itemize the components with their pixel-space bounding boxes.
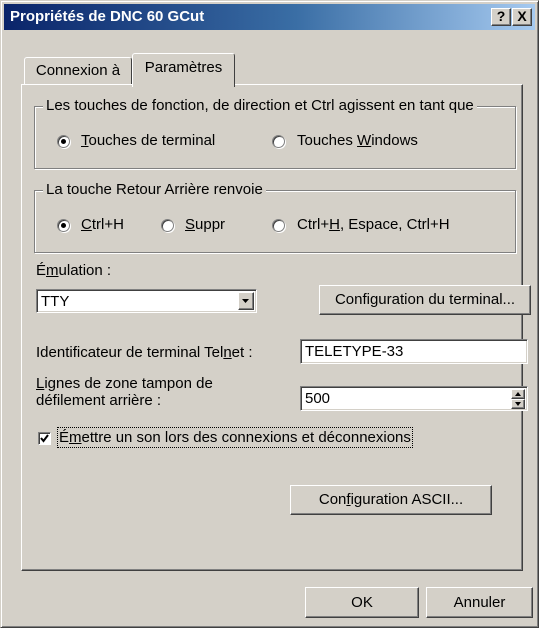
ascii-config-button[interactable]: Configuration ASCII...: [290, 485, 492, 515]
keys-group-legend: Les touches de fonction, de direction et…: [43, 97, 477, 114]
stepper-up-button[interactable]: [511, 389, 525, 399]
arrow-down-icon: [515, 402, 521, 406]
radio-ctrl-h-label[interactable]: Ctrl+H: [81, 216, 124, 233]
radio-selected-dot: [61, 139, 66, 144]
radio-touches-terminal-label[interactable]: Touches de terminal: [81, 132, 215, 149]
emulation-value: TTY: [41, 293, 70, 310]
keys-group: Les touches de fonction, de direction et…: [34, 97, 516, 169]
ok-button[interactable]: OK: [305, 587, 419, 618]
emulation-label: Émulation :: [36, 262, 112, 279]
dropdown-arrow-button[interactable]: [238, 292, 254, 310]
checkmark-icon: [40, 434, 49, 443]
properties-dialog: Propriétés de DNC 60 GCut ? X Connexion …: [0, 0, 539, 628]
stepper-down-button[interactable]: [511, 399, 525, 409]
radio-ctrl-h[interactable]: [57, 219, 70, 232]
backspace-group-legend: La touche Retour Arrière renvoie: [43, 181, 266, 198]
radio-suppr-label[interactable]: Suppr: [185, 216, 225, 233]
close-button[interactable]: X: [512, 8, 532, 26]
backspace-group: La touche Retour Arrière renvoie Ctrl+H …: [34, 181, 516, 253]
telnet-id-input[interactable]: TELETYPE-33: [300, 339, 528, 364]
terminal-config-button[interactable]: Configuration du terminal...: [319, 285, 531, 315]
title-bar[interactable]: Propriétés de DNC 60 GCut ? X: [4, 4, 535, 30]
window-title: Propriétés de DNC 60 GCut: [10, 8, 205, 25]
radio-touches-windows-label[interactable]: Touches Windows: [297, 132, 418, 149]
radio-touches-windows[interactable]: [272, 135, 285, 148]
scrollback-label: Lignes de zone tampon de défilement arriè…: [36, 375, 213, 409]
radio-suppr[interactable]: [161, 219, 174, 232]
chevron-down-icon: [242, 299, 249, 303]
scrollback-value: 500: [305, 390, 331, 407]
radio-selected-dot: [61, 223, 66, 228]
help-button[interactable]: ?: [491, 8, 511, 26]
scrollback-stepper[interactable]: 500: [300, 386, 528, 411]
telnet-id-label: Identificateur de terminal Telnet :: [36, 344, 253, 361]
sound-checkbox[interactable]: [38, 432, 51, 445]
radio-ctrl-h-espace[interactable]: [272, 219, 285, 232]
sound-checkbox-label[interactable]: Émettre un son lors des connexions et dé…: [57, 427, 413, 448]
cancel-button[interactable]: Annuler: [426, 587, 533, 618]
radio-touches-terminal[interactable]: [57, 135, 70, 148]
telnet-id-value: TELETYPE-33: [305, 343, 404, 360]
radio-ctrl-h-espace-label[interactable]: Ctrl+H, Espace, Ctrl+H: [297, 216, 450, 233]
tab-parametres[interactable]: Paramètres: [132, 53, 235, 87]
tab-connexion[interactable]: Connexion à: [24, 57, 132, 84]
emulation-select[interactable]: TTY: [36, 289, 257, 313]
arrow-up-icon: [515, 392, 521, 396]
parametres-panel: Les touches de fonction, de direction et…: [21, 84, 531, 571]
